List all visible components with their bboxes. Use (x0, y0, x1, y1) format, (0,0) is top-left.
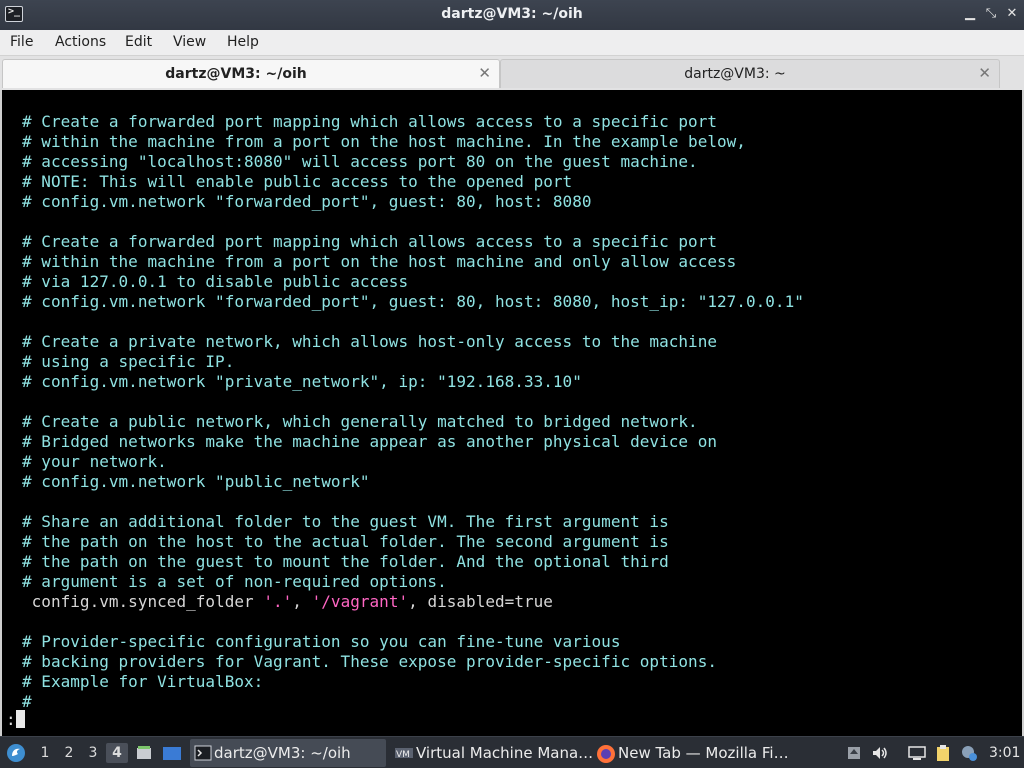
restore-icon[interactable]: ⤡ (983, 5, 999, 23)
virt-manager-icon: VM (395, 748, 413, 760)
tab-close-icon[interactable]: ✕ (978, 64, 991, 82)
show-desktop-icon[interactable] (162, 744, 182, 762)
code-string-arg: '.' (263, 592, 293, 611)
terminal-line: # Create a private network, which allows… (22, 332, 718, 351)
network-icon[interactable] (907, 744, 927, 762)
tab-label: dartz@VM3: ~ (684, 66, 786, 82)
volume-icon[interactable] (871, 744, 889, 762)
task-label: Virtual Machine Mana… (416, 744, 594, 762)
firefox-icon (597, 745, 615, 763)
task-terminal[interactable]: dartz@VM3: ~/oih (190, 739, 386, 767)
task-virt-manager[interactable]: VM Virtual Machine Mana… (392, 739, 593, 767)
workspace-1[interactable]: 1 (34, 743, 56, 763)
file-manager-icon[interactable] (135, 744, 153, 762)
tab-home[interactable]: dartz@VM3: ~ ✕ (500, 59, 1000, 88)
window-title: dartz@VM3: ~/oih (441, 6, 583, 22)
terminal-line: # Create a public network, which general… (22, 412, 698, 431)
code-string-arg: '/vagrant' (311, 592, 409, 611)
code-sep: , (292, 592, 312, 611)
terminal-line: # argument is a set of non-required opti… (22, 572, 447, 591)
text-cursor (15, 710, 25, 728)
task-label: New Tab — Mozilla Fi… (618, 744, 789, 762)
terminal-line: # within the machine from a port on the … (22, 252, 737, 271)
svg-text:VM: VM (396, 750, 410, 760)
workspace-4[interactable]: 4 (106, 743, 128, 763)
updates-icon[interactable] (960, 744, 978, 762)
terminal-line: # config.vm.network "forwarded_port", gu… (22, 292, 804, 311)
menu-edit[interactable]: Edit (125, 34, 152, 50)
terminal-code-line: config.vm.synced_folder '.', '/vagrant',… (22, 592, 804, 612)
menu-view[interactable]: View (173, 34, 206, 50)
tab-close-icon[interactable]: ✕ (478, 64, 491, 82)
clipboard-icon[interactable] (934, 744, 952, 762)
window-titlebar: dartz@VM3: ~/oih ▁ ⤡ ✕ (0, 0, 1024, 30)
terminal-line: # Bridged networks make the machine appe… (22, 432, 718, 451)
workspace-2[interactable]: 2 (58, 743, 80, 763)
tab-label: dartz@VM3: ~/oih (165, 66, 307, 82)
terminal-line: # Share an additional folder to the gues… (22, 512, 669, 531)
terminal-line: # NOTE: This will enable public access t… (22, 172, 573, 191)
terminal-line: # Create a forwarded port mapping which … (22, 232, 718, 251)
menu-bar: File Actions Edit View Help (0, 30, 1024, 56)
terminal-line: # via 127.0.0.1 to disable public access (22, 272, 409, 291)
task-firefox[interactable]: New Tab — Mozilla Fi… (594, 739, 794, 767)
minimize-icon[interactable]: ▁ (962, 5, 978, 23)
terminal-text: # Create a forwarded port mapping which … (22, 112, 804, 712)
start-menu-icon[interactable] (6, 743, 26, 763)
terminal-line: # config.vm.network "forwarded_port", gu… (22, 192, 592, 211)
terminal-line: # config.vm.network "private_network", i… (22, 372, 582, 391)
terminal-line: # Example for VirtualBox: (22, 672, 264, 691)
terminal-line: # accessing "localhost:8080" will access… (22, 152, 698, 171)
terminal-line: # the path on the host to the actual fol… (22, 532, 669, 551)
close-icon[interactable]: ✕ (1004, 5, 1020, 23)
command-prompt[interactable]: : (6, 710, 25, 730)
taskbar: 1 2 3 4 dartz@VM3: ~/oih VM Virtual Mach… (0, 736, 1024, 768)
terminal-line: # Create a forwarded port mapping which … (22, 112, 718, 131)
code-prefix: config.vm.synced_folder (22, 592, 264, 611)
terminal-line: # using a specific IP. (22, 352, 235, 371)
clock[interactable]: 3:01 (989, 745, 1020, 761)
task-label: dartz@VM3: ~/oih (214, 744, 351, 762)
terminal-line: # Provider-specific configuration so you… (22, 632, 621, 651)
terminal-icon (194, 745, 212, 761)
tab-bar: dartz@VM3: ~/oih ✕ dartz@VM3: ~ ✕ (0, 56, 1024, 90)
terminal-line: # config.vm.network "public_network" (22, 472, 370, 491)
terminal-line: # your network. (22, 452, 167, 471)
menu-help[interactable]: Help (227, 34, 259, 50)
terminal-line: # (22, 692, 32, 711)
terminal-line: # the path on the guest to mount the fol… (22, 552, 669, 571)
tab-oih[interactable]: dartz@VM3: ~/oih ✕ (2, 59, 500, 88)
menu-actions[interactable]: Actions (55, 34, 106, 50)
upload-icon[interactable] (845, 744, 863, 762)
terminal-line: # within the machine from a port on the … (22, 132, 746, 151)
code-suffix: , disabled=true (408, 592, 553, 611)
workspace-3[interactable]: 3 (82, 743, 104, 763)
prompt-colon: : (6, 710, 16, 729)
terminal-line: # backing providers for Vagrant. These e… (22, 652, 718, 671)
terminal-view[interactable]: # Create a forwarded port mapping which … (0, 90, 1024, 736)
menu-file[interactable]: File (10, 34, 33, 50)
